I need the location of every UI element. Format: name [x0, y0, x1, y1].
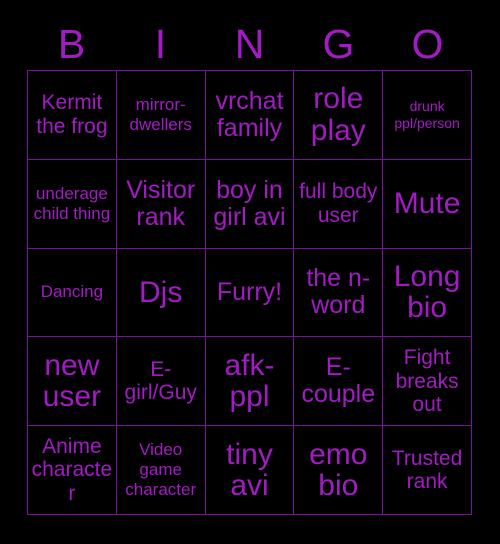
bingo-cell-r1c5[interactable]: drunk ppl/person — [383, 71, 472, 160]
bingo-cell-r2c4[interactable]: full body user — [294, 159, 384, 249]
header-letter-n: N — [234, 20, 265, 67]
bingo-cell-r3c4[interactable]: the n-word — [294, 248, 384, 338]
bingo-cell-r5c4[interactable]: emo bio — [294, 426, 384, 515]
bingo-cell-r5c3[interactable]: tiny avi — [205, 426, 295, 515]
bingo-header: B I N G O — [27, 18, 472, 70]
bingo-cell-r1c2[interactable]: mirror-dwellers — [116, 71, 206, 160]
bingo-cell-r4c4[interactable]: E-couple — [294, 337, 384, 427]
header-letter-b: B — [57, 20, 86, 67]
bingo-cell-r3c3[interactable]: Furry! — [205, 248, 295, 338]
bingo-cell-r4c2[interactable]: E-girl/Guy — [116, 337, 206, 427]
bingo-cell-r1c3[interactable]: vrchat family — [205, 71, 295, 160]
bingo-grid: Kermit the frog mirror-dwellers vrchat fam… — [27, 70, 472, 515]
bingo-cell-r2c3[interactable]: boy in girl avi — [205, 159, 295, 249]
header-letter-o: O — [411, 20, 444, 67]
bingo-cell-r1c4[interactable]: role play — [294, 71, 384, 160]
header-letter-g: G — [322, 20, 355, 67]
bingo-cell-r2c1[interactable]: underage child thing — [28, 159, 117, 249]
bingo-cell-r5c5[interactable]: Trusted rank — [383, 426, 472, 515]
bingo-cell-r5c1[interactable]: Anime character — [28, 426, 117, 515]
bingo-cell-r4c1[interactable]: new user — [28, 337, 117, 427]
bingo-cell-r2c2[interactable]: Visitor rank — [116, 159, 206, 249]
header-letter-i: I — [154, 20, 167, 67]
bingo-cell-r3c5[interactable]: Long bio — [383, 248, 472, 338]
bingo-card: B I N G O Kermit the frog mirror-dwellers… — [0, 0, 500, 544]
bingo-cell-r2c5[interactable]: Mute — [383, 159, 472, 249]
bingo-cell-r5c2[interactable]: Video game character — [116, 426, 206, 515]
bingo-cell-r4c3[interactable]: afk-ppl — [205, 337, 295, 427]
bingo-cell-r4c5[interactable]: Fight breaks out — [383, 337, 472, 427]
bingo-cell-r1c1[interactable]: Kermit the frog — [28, 71, 117, 160]
bingo-cell-r3c1[interactable]: Dancing — [28, 248, 117, 338]
bingo-cell-r3c2[interactable]: Djs — [116, 248, 206, 338]
